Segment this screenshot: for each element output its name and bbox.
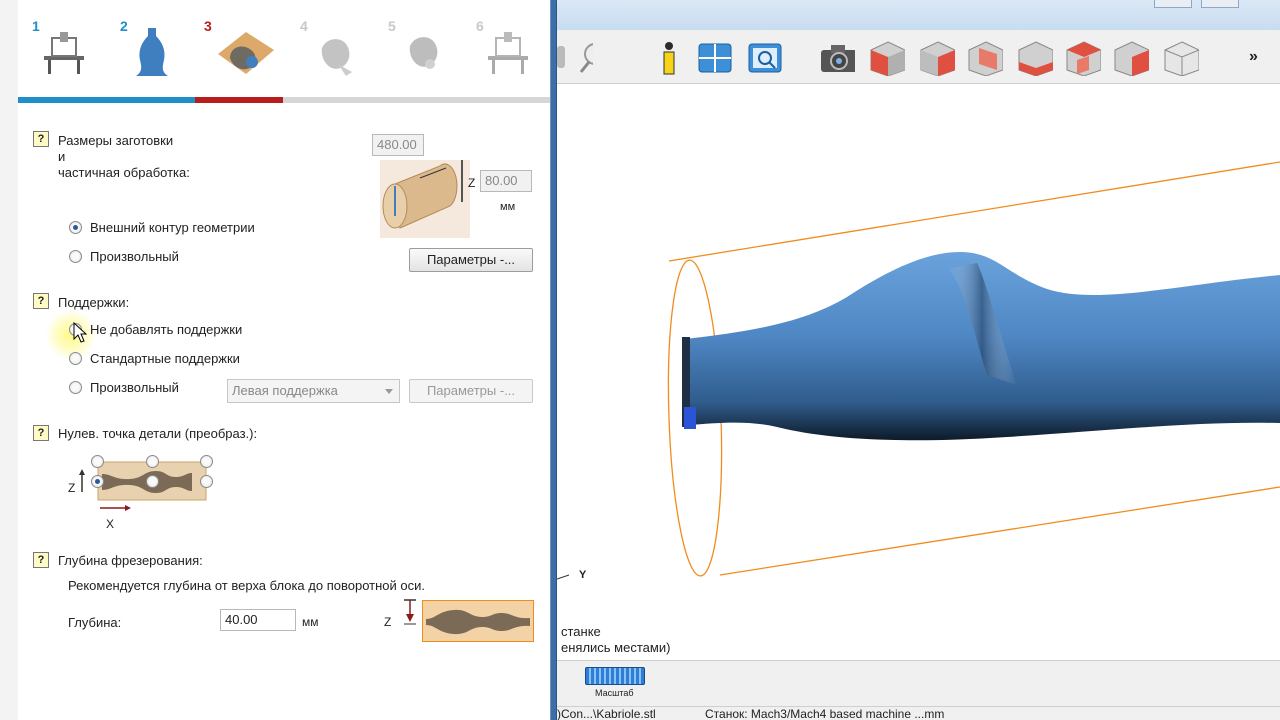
zero-point-axis-z: Z bbox=[68, 481, 76, 495]
model-zero-marker bbox=[684, 407, 696, 429]
depth-unit: мм bbox=[302, 615, 319, 629]
zoom-fit-icon[interactable] bbox=[747, 40, 783, 76]
zero-point-top-left-radio[interactable] bbox=[91, 455, 104, 468]
overlay-text-line2: енялись местами) bbox=[561, 640, 671, 655]
depth-preview-image bbox=[422, 600, 534, 642]
zero-point-middle-center-radio[interactable] bbox=[146, 475, 159, 488]
stock-custom-radio[interactable] bbox=[69, 250, 82, 263]
view-left-icon[interactable] bbox=[1017, 40, 1053, 76]
supports-none-label: Не добавлять поддержки bbox=[90, 322, 243, 337]
step-number: 6 bbox=[476, 18, 484, 34]
simulation-grey-icon bbox=[409, 37, 438, 69]
zero-point-top-center-radio[interactable] bbox=[146, 455, 159, 468]
step-3-stock[interactable]: 3 bbox=[204, 18, 274, 84]
axis-y-label: Y bbox=[579, 569, 587, 581]
step-4-toolpath[interactable]: 4 bbox=[300, 18, 360, 84]
stock-title-line1: Размеры заготовки bbox=[58, 133, 174, 148]
view-bottom-icon[interactable] bbox=[1113, 40, 1149, 76]
wizard-panel: 1 2 3 4 5 6 ? Размеры заготовки и частич… bbox=[0, 0, 550, 720]
3d-model-view bbox=[557, 161, 1280, 580]
support-type-value: Левая поддержка bbox=[232, 383, 338, 398]
step-number: 5 bbox=[388, 18, 396, 34]
stock-diameter-input[interactable]: 80.00 bbox=[480, 170, 532, 192]
stock-axis-z-label: Z bbox=[468, 176, 476, 190]
step-number: 2 bbox=[120, 18, 128, 34]
zero-point-middle-left-radio[interactable] bbox=[91, 475, 104, 488]
stock-unit-label: мм bbox=[500, 201, 516, 213]
machine-desk-icon bbox=[44, 32, 84, 74]
step-1-machine[interactable]: 1 bbox=[32, 18, 92, 84]
chevron-down-icon bbox=[385, 389, 393, 394]
blue-baluster-icon bbox=[136, 28, 168, 76]
3d-viewport[interactable]: Y станке енялись местами) bbox=[557, 85, 1280, 660]
zoom-bar: Масштаб bbox=[557, 660, 1280, 706]
zero-point-top-right-radio[interactable] bbox=[200, 455, 213, 468]
depth-hint: Рекомендуется глубина от верха блока до … bbox=[68, 578, 425, 593]
depth-help-button[interactable]: ? bbox=[33, 552, 49, 568]
view-right-icon[interactable] bbox=[919, 40, 955, 76]
stock-block-icon bbox=[218, 32, 274, 74]
supports-standard-radio[interactable] bbox=[69, 352, 82, 365]
info-icon[interactable] bbox=[651, 40, 687, 76]
depth-arrow-icon bbox=[404, 599, 416, 625]
depth-axis-z: Z bbox=[384, 615, 392, 629]
stock-title-line2: и bbox=[58, 149, 66, 164]
step-6-output[interactable]: 6 bbox=[476, 18, 536, 84]
viewer-panel: » Y станке енялись местами) Масштаб)Con… bbox=[557, 0, 1280, 720]
stock-outer-contour-radio[interactable] bbox=[69, 221, 82, 234]
zero-point-middle-right-radio[interactable] bbox=[200, 475, 213, 488]
zoom-tool-icon[interactable] bbox=[557, 40, 593, 76]
panel-splitter[interactable] bbox=[550, 0, 557, 720]
view-back-icon[interactable] bbox=[967, 40, 1003, 76]
zero-point-help-button[interactable]: ? bbox=[33, 425, 49, 441]
stock-help-button[interactable]: ? bbox=[33, 131, 49, 147]
step-5-simulation[interactable]: 5 bbox=[388, 18, 448, 84]
supports-title: Поддержки: bbox=[58, 295, 130, 310]
grid-view-icon[interactable] bbox=[697, 40, 733, 76]
depth-label: Глубина: bbox=[68, 615, 122, 630]
step-number: 3 bbox=[204, 18, 212, 34]
status-machine: Станок: Mach3/Mach4 based machine ...mm bbox=[705, 707, 945, 720]
camera-icon[interactable] bbox=[819, 40, 855, 76]
view-iso-icon[interactable] bbox=[1163, 40, 1199, 76]
application-window: 1 2 3 4 5 6 ? Размеры заготовки и частич… bbox=[0, 0, 1280, 720]
step-2-model[interactable]: 2 bbox=[120, 18, 180, 84]
supports-params-button[interactable]: Параметры -... bbox=[409, 379, 533, 403]
viewer-toolbar: » bbox=[557, 30, 1280, 84]
toolbar-overflow-button[interactable]: » bbox=[1249, 48, 1258, 66]
stock-length-input[interactable]: 480.00 bbox=[372, 134, 424, 156]
view-front-icon[interactable] bbox=[869, 40, 905, 76]
supports-help-button[interactable]: ? bbox=[33, 293, 49, 309]
stock-outer-contour-label: Внешний контур геометрии bbox=[90, 220, 255, 235]
wizard-steps: 1 2 3 4 5 6 bbox=[18, 0, 550, 104]
zoom-slider[interactable] bbox=[585, 667, 645, 685]
mouse-cursor-icon bbox=[73, 322, 87, 343]
supports-custom-label: Произвольный bbox=[90, 380, 179, 395]
status-file: )Con...\Kabriole.stl bbox=[557, 707, 656, 720]
step-number: 1 bbox=[32, 18, 40, 34]
maximize-button[interactable] bbox=[1201, 0, 1239, 8]
step-progress-bar bbox=[18, 97, 550, 103]
depth-title: Глубина фрезерования: bbox=[58, 553, 203, 568]
supports-standard-label: Стандартные поддержки bbox=[90, 351, 240, 366]
stock-params-button[interactable]: Параметры -... bbox=[409, 248, 533, 272]
stock-cylinder-icon bbox=[380, 160, 470, 238]
minimize-button[interactable] bbox=[1154, 0, 1192, 8]
toolpath-grey-icon bbox=[321, 39, 352, 76]
supports-custom-radio[interactable] bbox=[69, 381, 82, 394]
status-bar: )Con...\Kabriole.stl Станок: Mach3/Mach4… bbox=[557, 706, 1280, 720]
stock-title-line3: частичная обработка: bbox=[58, 165, 190, 180]
output-desk-icon bbox=[488, 32, 528, 74]
step-number: 4 bbox=[300, 18, 308, 34]
axis-line bbox=[557, 574, 570, 580]
support-type-select[interactable]: Левая поддержка bbox=[227, 379, 400, 403]
stock-custom-label: Произвольный bbox=[90, 249, 179, 264]
zero-point-axis-x: X bbox=[106, 517, 115, 531]
view-top-icon[interactable] bbox=[1065, 40, 1101, 76]
zoom-label: Масштаб bbox=[595, 688, 634, 698]
zero-point-title: Нулев. точка детали (преобраз.): bbox=[58, 426, 258, 441]
overlay-text-line1: станке bbox=[561, 624, 601, 639]
viewer-title-bar bbox=[557, 0, 1280, 30]
depth-input[interactable]: 40.00 bbox=[220, 609, 296, 631]
